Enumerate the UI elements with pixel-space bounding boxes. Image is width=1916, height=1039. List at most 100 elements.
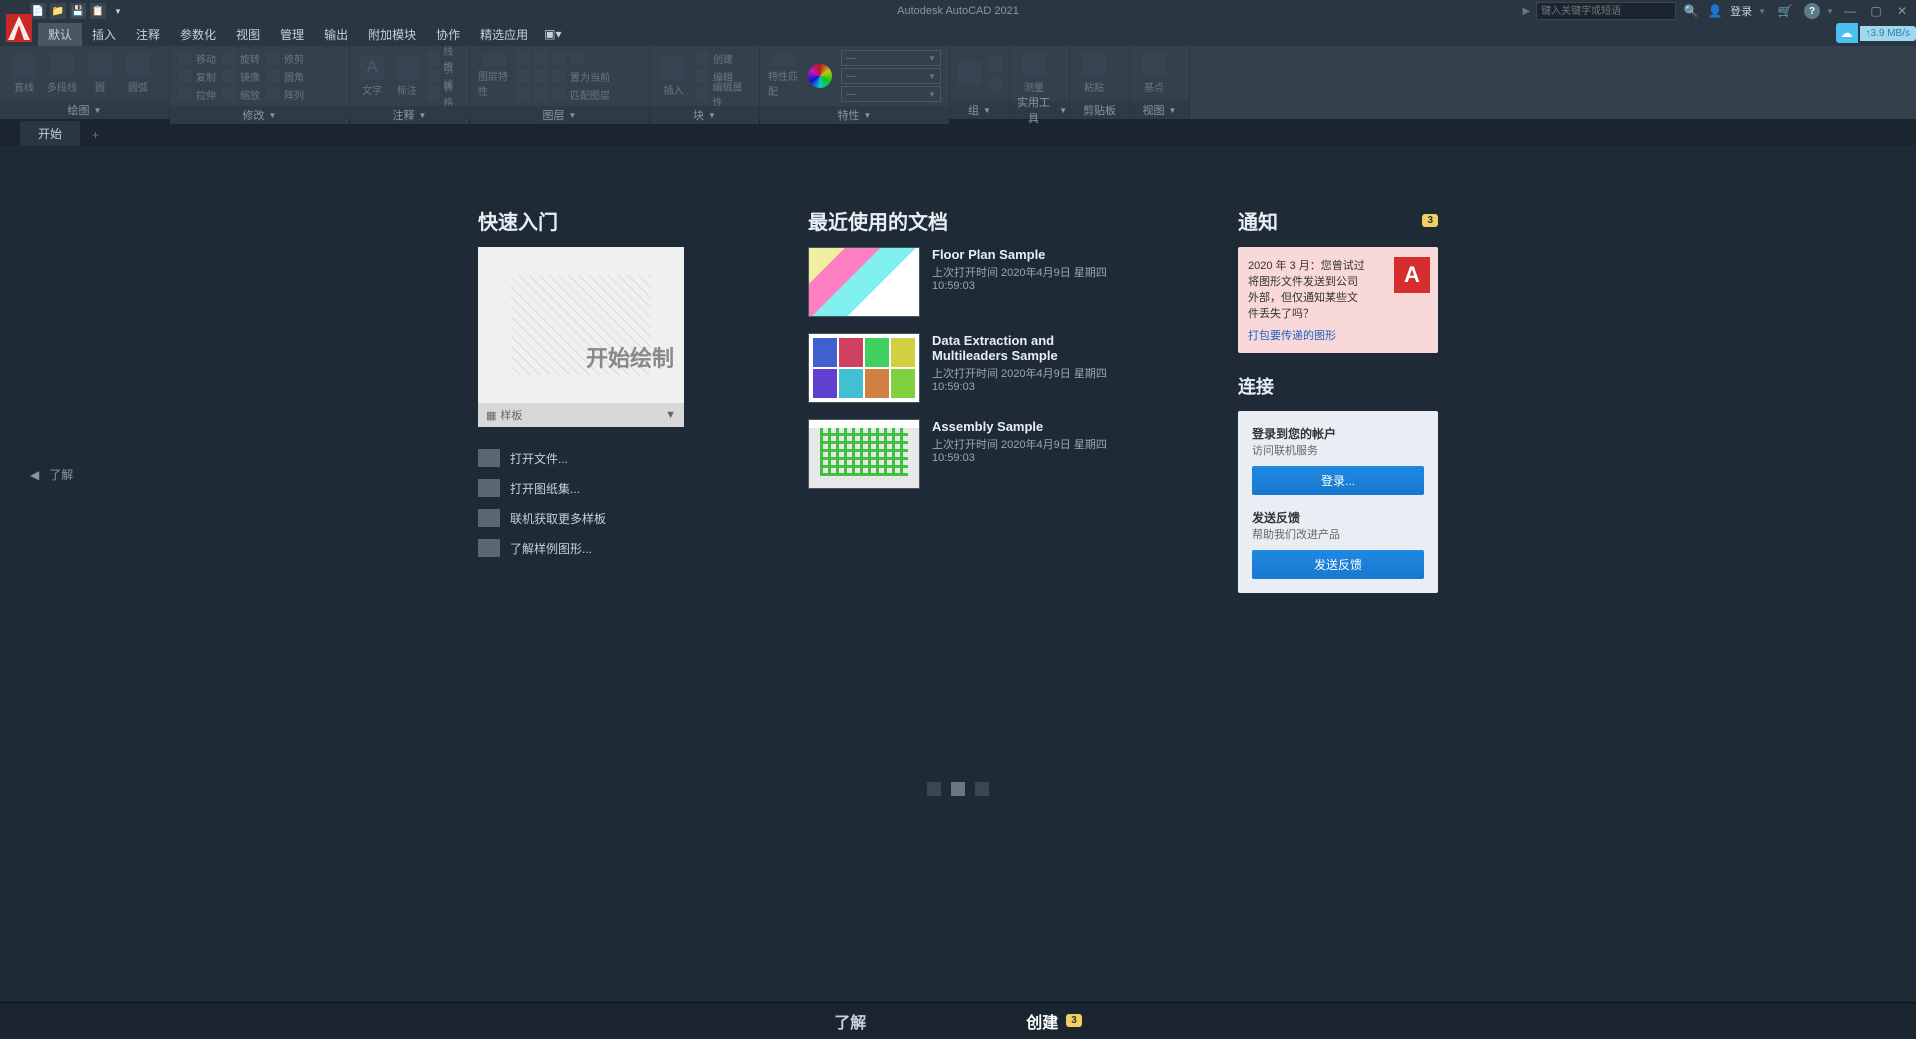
bottom-badge: 3 [1066,1014,1082,1027]
menu-addins[interactable]: 附加模块 [358,23,426,46]
group-icon3[interactable] [988,77,1002,91]
learn-side-nav[interactable]: ◀ 了解 [30,466,73,483]
recent-item-2[interactable]: Assembly Sample上次打开时间 2020年4月9日 星期四 10:5… [808,419,1118,489]
login-label[interactable]: 登录 [1730,3,1752,19]
cart-icon[interactable]: 🛒 [1776,2,1794,20]
props-row3[interactable]: —▼ [841,86,941,102]
line-button[interactable]: 直线 [8,52,40,96]
view-toggle [927,782,989,796]
matchprop-button[interactable]: 特性匹配 [768,54,799,98]
view-detail-icon[interactable] [951,782,965,796]
stretch-button[interactable]: 拉伸 [178,86,216,102]
menu-manage[interactable]: 管理 [270,23,314,46]
recent-item-1[interactable]: Data Extraction and Multileaders Sample上… [808,333,1118,403]
open-sheetset-link[interactable]: 打开图纸集... [478,473,688,503]
feedback-button[interactable]: 发送反馈 [1252,550,1424,579]
dimension-button[interactable]: 标注 [393,54,422,98]
paste-button[interactable]: 粘贴 [1078,52,1110,96]
props-row1[interactable]: —▼ [841,50,941,66]
minimize-button[interactable]: — [1840,3,1860,19]
login-sub: 访问联机服务 [1252,442,1424,458]
connect-card: 登录到您的帐户 访问联机服务 登录... 发送反馈 帮助我们改进产品 发送反馈 [1238,411,1438,593]
text-button[interactable]: A文字 [358,54,387,98]
start-page: ◀ 了解 快速入门 开始绘制 ▦样板 ▼ 打开文件... 打开图纸集... 联机… [0,146,1916,996]
qa-save-icon[interactable]: 💾 [70,3,86,19]
cloud-icon[interactable]: ☁ [1836,23,1858,43]
panel-layer-label[interactable]: 图层▼ [470,106,649,124]
app-logo-icon[interactable] [6,14,32,42]
group-icon2[interactable] [988,57,1002,71]
props-row2[interactable]: —▼ [841,68,941,84]
layer-props-button[interactable]: 图层特性 [478,54,510,98]
menu-output[interactable]: 输出 [314,23,358,46]
copy-button[interactable]: 复制 [178,68,216,84]
login-button[interactable]: 登录... [1252,466,1424,495]
thumb-dataextract [808,333,920,403]
trim-button[interactable]: 修剪 [266,50,304,66]
menu-featured[interactable]: 精选应用 [470,23,538,46]
move-button[interactable]: 移动 [178,50,216,66]
polyline-button[interactable]: 多段线 [46,52,78,96]
menu-collaborate[interactable]: 协作 [426,23,470,46]
notification-card[interactable]: 2020 年 3 月：您曾试过将图形文件发送到公司外部，但仅通知某些文件丢失了吗… [1238,247,1438,353]
circle-button[interactable]: 圆 [84,52,116,96]
view-grid-icon[interactable] [975,782,989,796]
user-icon[interactable]: 👤 [1706,2,1724,20]
qa-open-icon[interactable]: 📁 [50,3,66,19]
tab-start[interactable]: 开始 [20,121,80,146]
search-icon[interactable]: 🔍 [1682,2,1700,20]
group-button[interactable] [958,52,982,96]
measure-button[interactable]: 测量 [1018,52,1050,96]
menu-annotate[interactable]: 注释 [126,23,170,46]
help-icon[interactable]: ? [1804,3,1820,19]
start-drawing-tile[interactable]: 开始绘制 [478,247,684,403]
qa-new-icon[interactable]: 📄 [30,3,46,19]
template-dropdown[interactable]: ▦样板 ▼ [478,403,684,427]
menu-default[interactable]: 默认 [38,23,82,46]
basepoint-button[interactable]: 基点 [1138,52,1170,96]
qa-dropdown-icon[interactable]: ▼ [110,3,126,19]
layer-row2[interactable]: 置为当前 [516,68,610,84]
bottom-tab-create[interactable]: 创建 3 [1006,1003,1102,1039]
menu-insert[interactable]: 插入 [82,23,126,46]
rotate-button[interactable]: 旋转 [222,50,260,66]
get-templates-link[interactable]: 联机获取更多样板 [478,503,688,533]
panel-util-label[interactable]: 实用工具▼ [1010,101,1069,119]
view-list-icon[interactable] [927,782,941,796]
block-create-button[interactable]: 创建 [695,50,751,66]
block-insert-button[interactable]: 插入 [658,54,689,98]
panel-props-label[interactable]: 特性▼ [760,106,949,124]
menu-bar: 默认 插入 注释 参数化 视图 管理 输出 附加模块 协作 精选应用 ▣▾ ☁ … [0,22,1916,46]
feedback-sub: 帮助我们改进产品 [1252,526,1424,542]
panel-block-label[interactable]: 块▼ [650,106,759,124]
fillet-button[interactable]: 圆角 [266,68,304,84]
add-tab-button[interactable]: + [82,124,109,146]
mirror-button[interactable]: 镜像 [222,68,260,84]
maximize-button[interactable]: ▢ [1866,3,1886,19]
connect-title: 连接 [1238,373,1438,399]
menu-view[interactable]: 视图 [226,23,270,46]
menu-parametric[interactable]: 参数化 [170,23,226,46]
panel-draw-label[interactable]: 绘图▼ [0,101,169,119]
panel-view-label[interactable]: 视图▼ [1130,101,1189,119]
panel-modify-label[interactable]: 修改▼ [170,106,349,124]
array-button[interactable]: 阵列 [266,86,304,102]
notif-link[interactable]: 打包要传递的图形 [1248,327,1428,343]
scale-button[interactable]: 缩放 [222,86,260,102]
layer-row3[interactable]: 匹配图层 [516,86,610,102]
color-wheel-button[interactable] [805,54,836,98]
panel-annotate-label[interactable]: 注释▼ [350,106,469,124]
close-button[interactable]: ✕ [1892,3,1912,19]
learn-samples-link[interactable]: 了解样例图形... [478,533,688,563]
table-button[interactable]: 表格 [427,86,461,102]
qa-saveas-icon[interactable]: 📋 [90,3,106,19]
bottom-tab-learn[interactable]: 了解 [814,1003,886,1039]
open-file-link[interactable]: 打开文件... [478,443,688,473]
panel-group-label[interactable]: 组▼ [950,101,1009,119]
recent-item-0[interactable]: Floor Plan Sample上次打开时间 2020年4月9日 星期四 10… [808,247,1118,317]
arc-button[interactable]: 圆弧 [122,52,154,96]
layer-row1[interactable] [516,50,610,66]
block-attr-button[interactable]: 编辑属性 [695,86,751,102]
menu-show-icon[interactable]: ▣▾ [538,24,567,44]
search-input[interactable] [1536,2,1676,20]
